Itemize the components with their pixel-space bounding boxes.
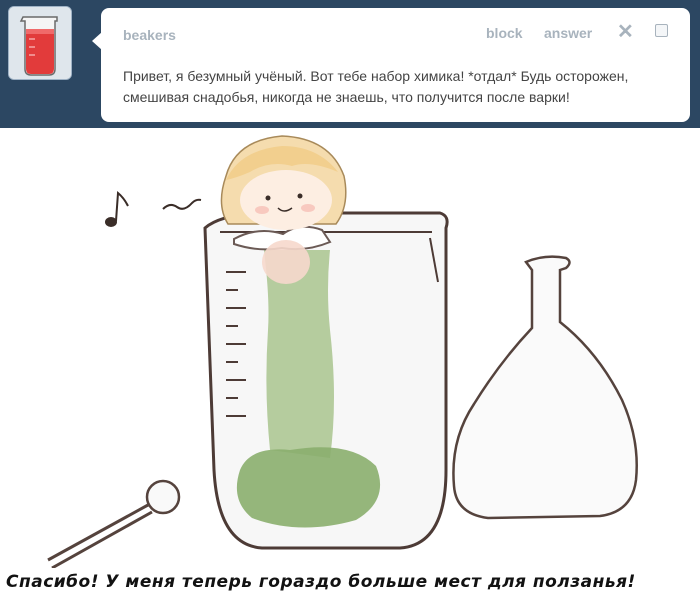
squiggle-icon (162, 198, 202, 210)
comic-illustration (0, 128, 700, 570)
question-text: Привет, я безумный учёный. Вот тебе набо… (123, 68, 629, 105)
beaker-avatar-icon (9, 7, 71, 79)
music-note-icon (105, 190, 129, 227)
answer-button[interactable]: answer (544, 25, 592, 41)
select-checkbox[interactable] (655, 24, 668, 37)
asker-name[interactable]: beakers (123, 27, 176, 43)
ask-header: beakers block answer ✕ Привет, я безумны… (0, 0, 700, 128)
character-head (220, 135, 347, 230)
comic-caption: Спасибо! У меня теперь гораздо больше ме… (6, 572, 636, 592)
flask-icon (452, 255, 638, 520)
beaker-illustration (47, 135, 638, 570)
close-icon[interactable]: ✕ (617, 22, 634, 42)
pipette-icon (47, 479, 181, 570)
block-button[interactable]: block (486, 25, 523, 41)
ask-bubble: beakers block answer ✕ Привет, я безумны… (101, 8, 690, 122)
asker-avatar[interactable] (8, 6, 72, 80)
